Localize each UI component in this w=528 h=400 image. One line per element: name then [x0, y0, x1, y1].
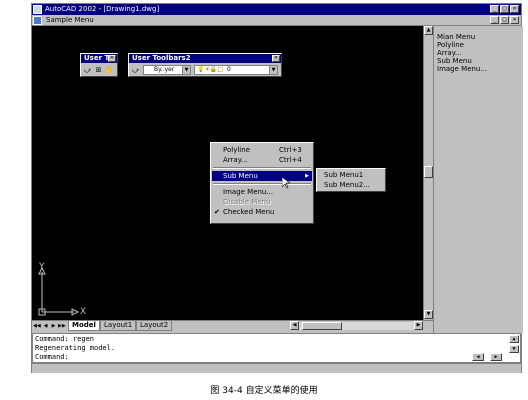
menu-item-sub-menu[interactable]: Sub Menu ▶ [212, 171, 312, 181]
document-icon[interactable] [33, 16, 42, 25]
chevron-down-icon[interactable]: ▼ [182, 66, 190, 74]
drawing-area[interactable]: User T ✕ ⤻ ⊞ ✋ User Toolbars2 ✕ ⤻ By..ye… [32, 26, 433, 320]
scroll-left-icon[interactable]: ◀ [290, 321, 299, 330]
doc-close-button[interactable]: × [510, 16, 519, 24]
scroll-up-icon[interactable]: ▲ [424, 26, 433, 35]
scroll-down-icon[interactable]: ▼ [424, 310, 433, 319]
scroll-left-icon[interactable]: ◀ [472, 353, 484, 361]
command-history-line: Command: regen [35, 335, 95, 343]
submenu-item-1[interactable]: Sub Menu1 [318, 170, 384, 180]
window-title: AutoCAD 2002 - [Drawing1.dwg] [45, 5, 160, 13]
chevron-down-icon[interactable]: ▼ [269, 66, 277, 74]
layout-tabs-bar: ◀◀ ◀ ▶ ▶▶ Model Layout1 Layout2 ◀ ▶ [32, 320, 433, 331]
scroll-thumb[interactable] [302, 322, 342, 330]
menu-item-disable-menu: Disable Menu [223, 198, 271, 206]
screen-menu-item[interactable]: Sub Menu [437, 57, 472, 65]
menu-item-polyline[interactable]: Polyline Ctrl+3 [212, 145, 312, 155]
user-toolbar[interactable]: User T ✕ ⤻ ⊞ ✋ [80, 53, 118, 77]
autocad-window: AutoCAD 2002 - [Drawing1.dwg] _ □ × Samp… [31, 3, 523, 373]
menu-separator [213, 183, 311, 185]
menu-separator [213, 167, 311, 169]
scroll-right-icon[interactable]: ▶ [490, 353, 502, 361]
ucs-y-label: Y [39, 262, 45, 272]
command-prompt[interactable]: Command: [35, 353, 69, 361]
menu-item-checked-menu[interactable]: ✔ Checked Menu [212, 207, 312, 217]
shortcut-text: Ctrl+4 [279, 156, 302, 164]
tab-next-icon[interactable]: ▶ [50, 322, 57, 330]
scroll-right-icon[interactable]: ▶ [414, 321, 423, 330]
doc-minimize-button[interactable]: _ [490, 16, 499, 24]
doc-restore-button[interactable]: □ [500, 16, 509, 24]
command-history-line: Regenerating model. [35, 344, 116, 352]
maximize-button[interactable]: □ [500, 5, 509, 13]
user-toolbar2-title[interactable]: User Toolbars2 [129, 54, 281, 63]
autocad-app-icon[interactable] [33, 5, 42, 14]
scroll-up-icon[interactable]: ▲ [509, 335, 519, 343]
context-menu: Polyline Ctrl+3 Array... Ctrl+4 Sub Menu… [210, 142, 314, 224]
title-bar: AutoCAD 2002 - [Drawing1.dwg] _ □ × [32, 4, 521, 15]
linetype-dropdown[interactable]: By..yer ▼ [143, 65, 191, 75]
screen-menu-item[interactable]: Image Menu... [437, 65, 487, 73]
layer-state-icons: 💡☀🔒□ [197, 66, 223, 73]
menu-sample[interactable]: Sample Menu [46, 16, 94, 25]
minimize-button[interactable]: _ [490, 5, 499, 13]
tab-first-icon[interactable]: ◀◀ [33, 322, 41, 330]
layer-value: 0 [227, 66, 231, 73]
checkmark-icon: ✔ [214, 208, 220, 216]
scroll-down-icon[interactable]: ▼ [509, 345, 519, 353]
array-icon[interactable]: ⊞ [94, 66, 103, 75]
polyline-icon[interactable]: ⤻ [83, 66, 92, 75]
menu-item-image-menu[interactable]: Image Menu... [212, 187, 312, 197]
layer-dropdown[interactable]: 💡☀🔒□ 0 ▼ [194, 65, 278, 75]
polyline-icon[interactable]: ⤻ [131, 66, 140, 75]
shortcut-text: Ctrl+3 [279, 146, 302, 154]
scroll-thumb[interactable] [424, 166, 433, 178]
screen-menu-item[interactable]: Array... [437, 49, 462, 57]
tab-last-icon[interactable]: ▶▶ [58, 322, 66, 330]
horizontal-scrollbar[interactable]: ◀ ▶ [290, 321, 423, 330]
figure-caption: 图 34-4 自定义菜单的使用 [210, 386, 318, 396]
toolbar2-close-icon[interactable]: ✕ [272, 55, 280, 62]
submenu-item-2[interactable]: Sub Menu2... [318, 180, 384, 190]
ucs-x-label: X [80, 307, 87, 317]
tab-layout1[interactable]: Layout1 [100, 321, 137, 331]
status-bar [32, 363, 521, 373]
mouse-cursor-icon [282, 177, 290, 189]
hand-icon[interactable]: ✋ [105, 66, 114, 75]
close-button[interactable]: × [510, 5, 519, 13]
tab-prev-icon[interactable]: ◀ [42, 322, 49, 330]
user-toolbar2[interactable]: User Toolbars2 ✕ ⤻ By..yer ▼ 💡☀🔒□ 0 ▼ [128, 53, 282, 77]
toolbar-close-icon[interactable]: ✕ [108, 55, 116, 62]
screen-menu-item[interactable]: Mian Menu [437, 33, 475, 41]
tab-layout2[interactable]: Layout2 [136, 321, 173, 331]
command-window[interactable]: Command: regen Regenerating model. Comma… [32, 333, 521, 363]
submenu-arrow-icon: ▶ [305, 173, 309, 179]
menu-item-array[interactable]: Array... Ctrl+4 [212, 155, 312, 165]
screen-menu-item[interactable]: Polyline [437, 41, 464, 49]
menu-bar: Sample Menu _ □ × [32, 15, 521, 26]
submenu: Sub Menu1 Sub Menu2... [316, 168, 386, 192]
vertical-scrollbar[interactable]: ▲ ▼ [423, 26, 433, 320]
linetype-value: By..yer [154, 66, 175, 73]
tab-model[interactable]: Model [68, 321, 100, 331]
screen-menu: Mian Menu Polyline Array... Sub Menu Ima… [433, 26, 523, 334]
